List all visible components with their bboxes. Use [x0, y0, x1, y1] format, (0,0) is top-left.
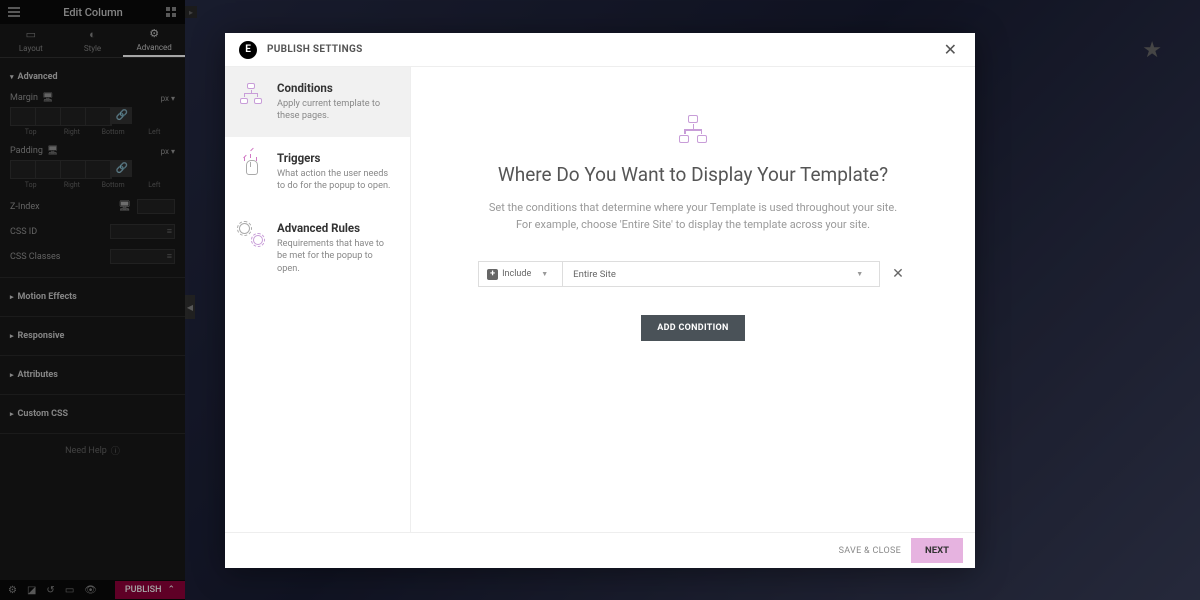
- sidebar-item-triggers[interactable]: Triggers What action the user needs to d…: [225, 137, 410, 207]
- advrules-title: Advanced Rules: [277, 221, 396, 235]
- modal-footer: SAVE & CLOSE NEXT: [225, 532, 975, 568]
- triggers-title: Triggers: [277, 151, 396, 165]
- desc-line2: For example, choose 'Entire Site' to dis…: [516, 218, 870, 231]
- condition-box: + Include ▼ Entire Site ▼: [478, 261, 880, 287]
- elementor-logo: E: [239, 41, 257, 59]
- chevron-down-icon: ▼: [850, 270, 869, 278]
- plus-icon: +: [487, 269, 498, 280]
- modal-title: PUBLISH SETTINGS: [267, 44, 363, 55]
- advrules-desc: Requirements that have to be met for the…: [277, 238, 396, 275]
- condition-select[interactable]: Entire Site ▼: [563, 262, 879, 286]
- publish-settings-modal: E PUBLISH SETTINGS ✕ Conditions Apply cu…: [225, 33, 975, 568]
- conditions-desc: Apply current template to these pages.: [277, 98, 396, 123]
- remove-condition-icon[interactable]: ✕: [888, 266, 908, 282]
- main-description: Set the conditions that determine where …: [489, 200, 897, 233]
- modal-sidebar: Conditions Apply current template to the…: [225, 67, 411, 532]
- modal-body: Conditions Apply current template to the…: [225, 67, 975, 532]
- gears-icon: [239, 223, 263, 245]
- conditions-title: Conditions: [277, 81, 396, 95]
- click-icon: [239, 153, 261, 175]
- save-close-button[interactable]: SAVE & CLOSE: [839, 546, 901, 556]
- main-heading: Where Do You Want to Display Your Templa…: [498, 163, 888, 186]
- chevron-down-icon: ▼: [535, 270, 554, 278]
- sidebar-item-conditions[interactable]: Conditions Apply current template to the…: [225, 67, 410, 137]
- close-icon[interactable]: ✕: [940, 36, 961, 63]
- condition-value: Entire Site: [573, 269, 616, 280]
- sitemap-icon: [677, 115, 709, 143]
- modal-main: Where Do You Want to Display Your Templa…: [411, 67, 975, 532]
- desc-line1: Set the conditions that determine where …: [489, 201, 897, 214]
- next-button[interactable]: NEXT: [911, 538, 963, 563]
- sidebar-item-advanced-rules[interactable]: Advanced Rules Requirements that have to…: [225, 207, 410, 289]
- modal-header: E PUBLISH SETTINGS ✕: [225, 33, 975, 67]
- include-label: Include: [502, 269, 531, 279]
- sitemap-icon: [239, 83, 263, 104]
- condition-row: + Include ▼ Entire Site ▼ ✕: [478, 261, 908, 287]
- include-select[interactable]: + Include ▼: [479, 262, 563, 286]
- add-condition-button[interactable]: ADD CONDITION: [641, 315, 744, 341]
- triggers-desc: What action the user needs to do for the…: [277, 168, 396, 193]
